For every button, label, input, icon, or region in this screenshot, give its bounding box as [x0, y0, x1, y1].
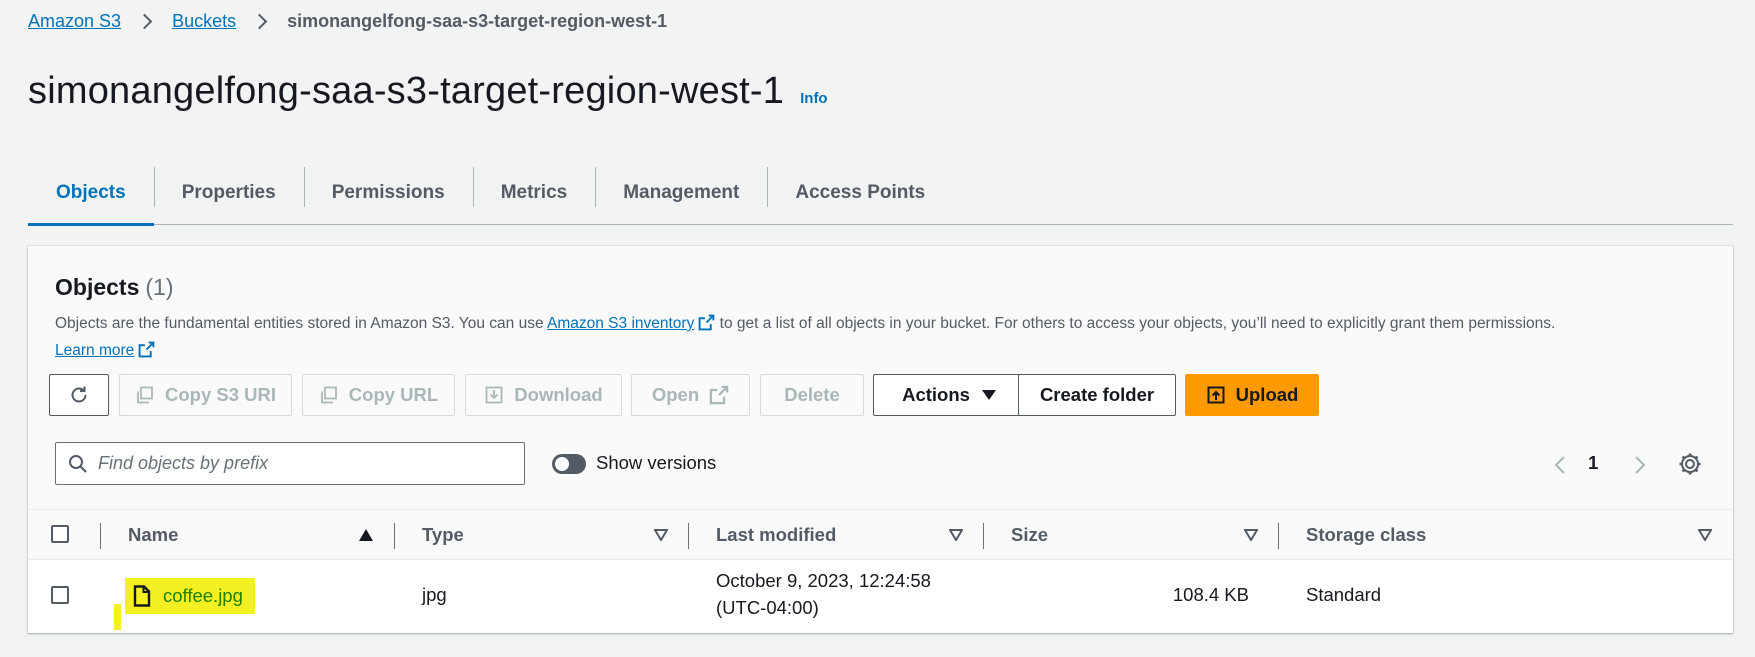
breadcrumb: Amazon S3 Buckets simonangelfong-saa-s3-… [28, 10, 667, 32]
page-title: simonangelfong-saa-s3-target-region-west… [28, 70, 785, 112]
chevron-right-icon [136, 13, 153, 29]
copy-icon [137, 386, 153, 404]
download-button[interactable]: Download [465, 374, 622, 416]
delete-button[interactable]: Delete [760, 374, 864, 416]
toggle-knob [555, 457, 569, 471]
object-name-link[interactable]: coffee.jpg [125, 578, 255, 614]
chevron-right-icon [251, 13, 268, 29]
upload-label: Upload [1235, 384, 1299, 405]
column-header-name[interactable]: Name [128, 510, 178, 560]
refresh-icon [71, 386, 87, 403]
breadcrumb-current: simonangelfong-saa-s3-target-region-west… [287, 10, 668, 31]
caret-down-icon [981, 390, 996, 400]
breadcrumb-amazon-s3[interactable]: Amazon S3 [28, 11, 121, 32]
object-storage-class: Standard [1306, 584, 1382, 605]
external-link-icon [138, 341, 155, 358]
page-header: simonangelfong-saa-s3-target-region-west… [28, 70, 828, 113]
copy-s3-uri-label: Copy S3 URI [164, 384, 277, 405]
refresh-button[interactable] [49, 374, 109, 416]
object-last-modified-date: October 9, 2023, 12:24:58 [716, 570, 931, 591]
copy-url-label: Copy URL [348, 384, 439, 405]
sort-icon[interactable] [1698, 529, 1712, 541]
download-icon [485, 386, 503, 404]
object-type: jpg [422, 584, 447, 605]
column-header-type[interactable]: Type [422, 510, 464, 560]
column-divider [688, 523, 689, 549]
actions-dropdown[interactable]: Actions [873, 374, 1025, 416]
tab-management[interactable]: Management [595, 162, 767, 224]
column-divider [100, 523, 101, 549]
column-divider [394, 523, 395, 549]
column-header-last-modified[interactable]: Last modified [716, 510, 836, 560]
search-input[interactable] [98, 453, 498, 474]
search-icon [69, 454, 87, 473]
tab-metrics[interactable]: Metrics [472, 162, 596, 224]
objects-panel-header: Objects (1) [55, 274, 174, 301]
learn-more-link[interactable]: Learn more [55, 342, 134, 359]
create-folder-button[interactable]: Create folder [1018, 374, 1176, 416]
show-versions-label: Show versions [596, 452, 717, 473]
tab-objects[interactable]: Objects [28, 162, 154, 226]
objects-panel: Objects (1) Objects are the fundamental e… [28, 246, 1733, 633]
tab-permissions[interactable]: Permissions [303, 162, 473, 224]
next-page-icon[interactable] [1628, 454, 1650, 476]
objects-description: Objects are the fundamental entities sto… [55, 310, 1705, 364]
actions-label: Actions [902, 384, 970, 405]
sort-ascending-icon[interactable] [359, 529, 373, 541]
delete-label: Delete [784, 384, 840, 405]
open-button[interactable]: Open [631, 374, 750, 416]
download-label: Download [514, 384, 603, 405]
sort-icon[interactable] [949, 529, 963, 541]
copy-icon [320, 386, 337, 404]
page-number[interactable]: 1 [1588, 452, 1598, 474]
column-divider [1278, 523, 1279, 549]
column-divider [983, 523, 984, 549]
gear-icon[interactable] [1677, 451, 1703, 477]
create-folder-label: Create folder [1039, 384, 1155, 405]
upload-button[interactable]: Upload [1185, 374, 1319, 416]
upload-icon [1207, 386, 1225, 404]
objects-count: (1) [145, 274, 174, 300]
file-icon [133, 585, 151, 607]
open-label: Open [651, 384, 700, 405]
external-link-icon [709, 385, 729, 405]
show-versions-toggle[interactable] [552, 454, 586, 474]
description-text-start: Objects are the fundamental entities sto… [55, 315, 548, 332]
external-link-icon [698, 314, 715, 331]
tab-access-points[interactable]: Access Points [767, 162, 953, 224]
tab-bar: Objects Properties Permissions Metrics M… [28, 162, 1733, 226]
search-field [55, 442, 525, 485]
previous-page-icon[interactable] [1550, 454, 1572, 476]
highlight-mark [114, 604, 121, 630]
table-header: Name Type Last modified Size Storage cla… [28, 509, 1733, 560]
info-link[interactable]: Info [800, 90, 828, 107]
copy-url-button[interactable]: Copy URL [302, 374, 455, 416]
sort-icon[interactable] [654, 529, 668, 541]
breadcrumb-buckets[interactable]: Buckets [172, 11, 236, 32]
column-header-storage-class[interactable]: Storage class [1306, 510, 1426, 560]
select-all-checkbox[interactable] [51, 525, 69, 543]
table-row: coffee.jpg jpg October 9, 2023, 12:24:58… [28, 560, 1733, 633]
column-header-size[interactable]: Size [1011, 510, 1048, 560]
copy-s3-uri-button[interactable]: Copy S3 URI [119, 374, 292, 416]
objects-panel-title: Objects [55, 274, 140, 300]
object-last-modified-tz: (UTC-04:00) [716, 597, 819, 618]
sort-icon[interactable] [1244, 529, 1258, 541]
object-name: coffee.jpg [163, 585, 243, 606]
row-checkbox[interactable] [51, 586, 69, 604]
inventory-link[interactable]: Amazon S3 inventory [547, 315, 694, 332]
description-text-end: to get a list of all objects in your buc… [715, 315, 1556, 332]
tab-properties[interactable]: Properties [153, 162, 304, 224]
object-size: 108.4 KB [1172, 584, 1249, 605]
